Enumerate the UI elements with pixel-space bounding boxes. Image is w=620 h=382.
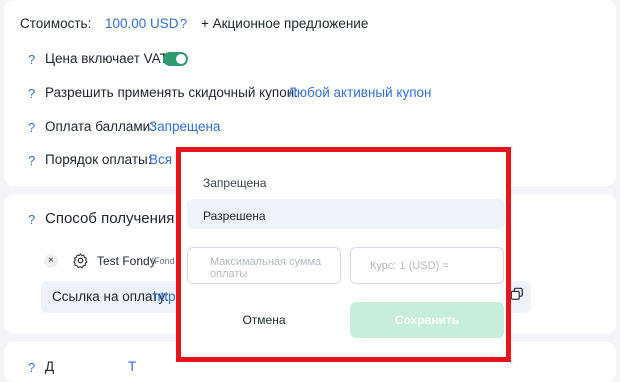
coupon-value-link[interactable]: Любой активный купон (288, 85, 432, 100)
payment-link-label: Ссылка на оплату: (52, 289, 169, 304)
price-value[interactable]: 100.00 USD (105, 16, 179, 31)
vat-label: Цена включает VAT (45, 51, 168, 66)
max-sum-input[interactable]: Максимальная сумма оплаты (187, 247, 341, 284)
delivery-help-icon[interactable]: ? (28, 212, 35, 227)
toggle-knob (176, 54, 186, 64)
remove-gateway-button[interactable]: × (44, 254, 58, 268)
vat-help-icon[interactable]: ? (28, 52, 35, 67)
price-help-icon[interactable]: ? (180, 16, 187, 31)
cancel-button[interactable]: Отмена (187, 302, 341, 338)
rate-input[interactable]: Курс: 1 (USD) = (350, 247, 504, 284)
points-payment-dropdown: Запрещена Разрешена Максимальная сумма о… (176, 147, 511, 362)
copy-icon[interactable] (510, 287, 524, 301)
option-forbidden[interactable]: Запрещена (187, 166, 505, 196)
order-help-icon[interactable]: ? (28, 153, 35, 168)
coupon-label: Разрешить применять скидочный купон: (45, 85, 298, 100)
gear-icon[interactable] (72, 252, 89, 269)
points-help-icon[interactable]: ? (28, 120, 35, 135)
price-label: Стоимость: (20, 16, 92, 31)
delivery-title: Способ получения о (45, 210, 187, 227)
bottom-help-icon[interactable]: ? (28, 360, 35, 375)
save-button[interactable]: Сохранить (350, 302, 504, 338)
option-allowed[interactable]: Разрешена (187, 199, 505, 229)
promo-offer-link[interactable]: + Акционное предложение (201, 16, 368, 31)
bottom-label: Д (45, 359, 55, 374)
points-label: Оплата баллами: (45, 119, 154, 134)
order-label: Порядок оплаты: (45, 152, 152, 167)
points-value-link[interactable]: Запрещена (149, 119, 220, 134)
bottom-value-link[interactable]: Т (128, 359, 136, 374)
coupon-help-icon[interactable]: ? (28, 86, 35, 101)
payment-link-url[interactable]: http (153, 289, 176, 304)
gateway-name: Test Fondy (97, 254, 156, 268)
gateway-provider: (Fond (151, 256, 175, 266)
vat-toggle[interactable] (163, 52, 188, 66)
